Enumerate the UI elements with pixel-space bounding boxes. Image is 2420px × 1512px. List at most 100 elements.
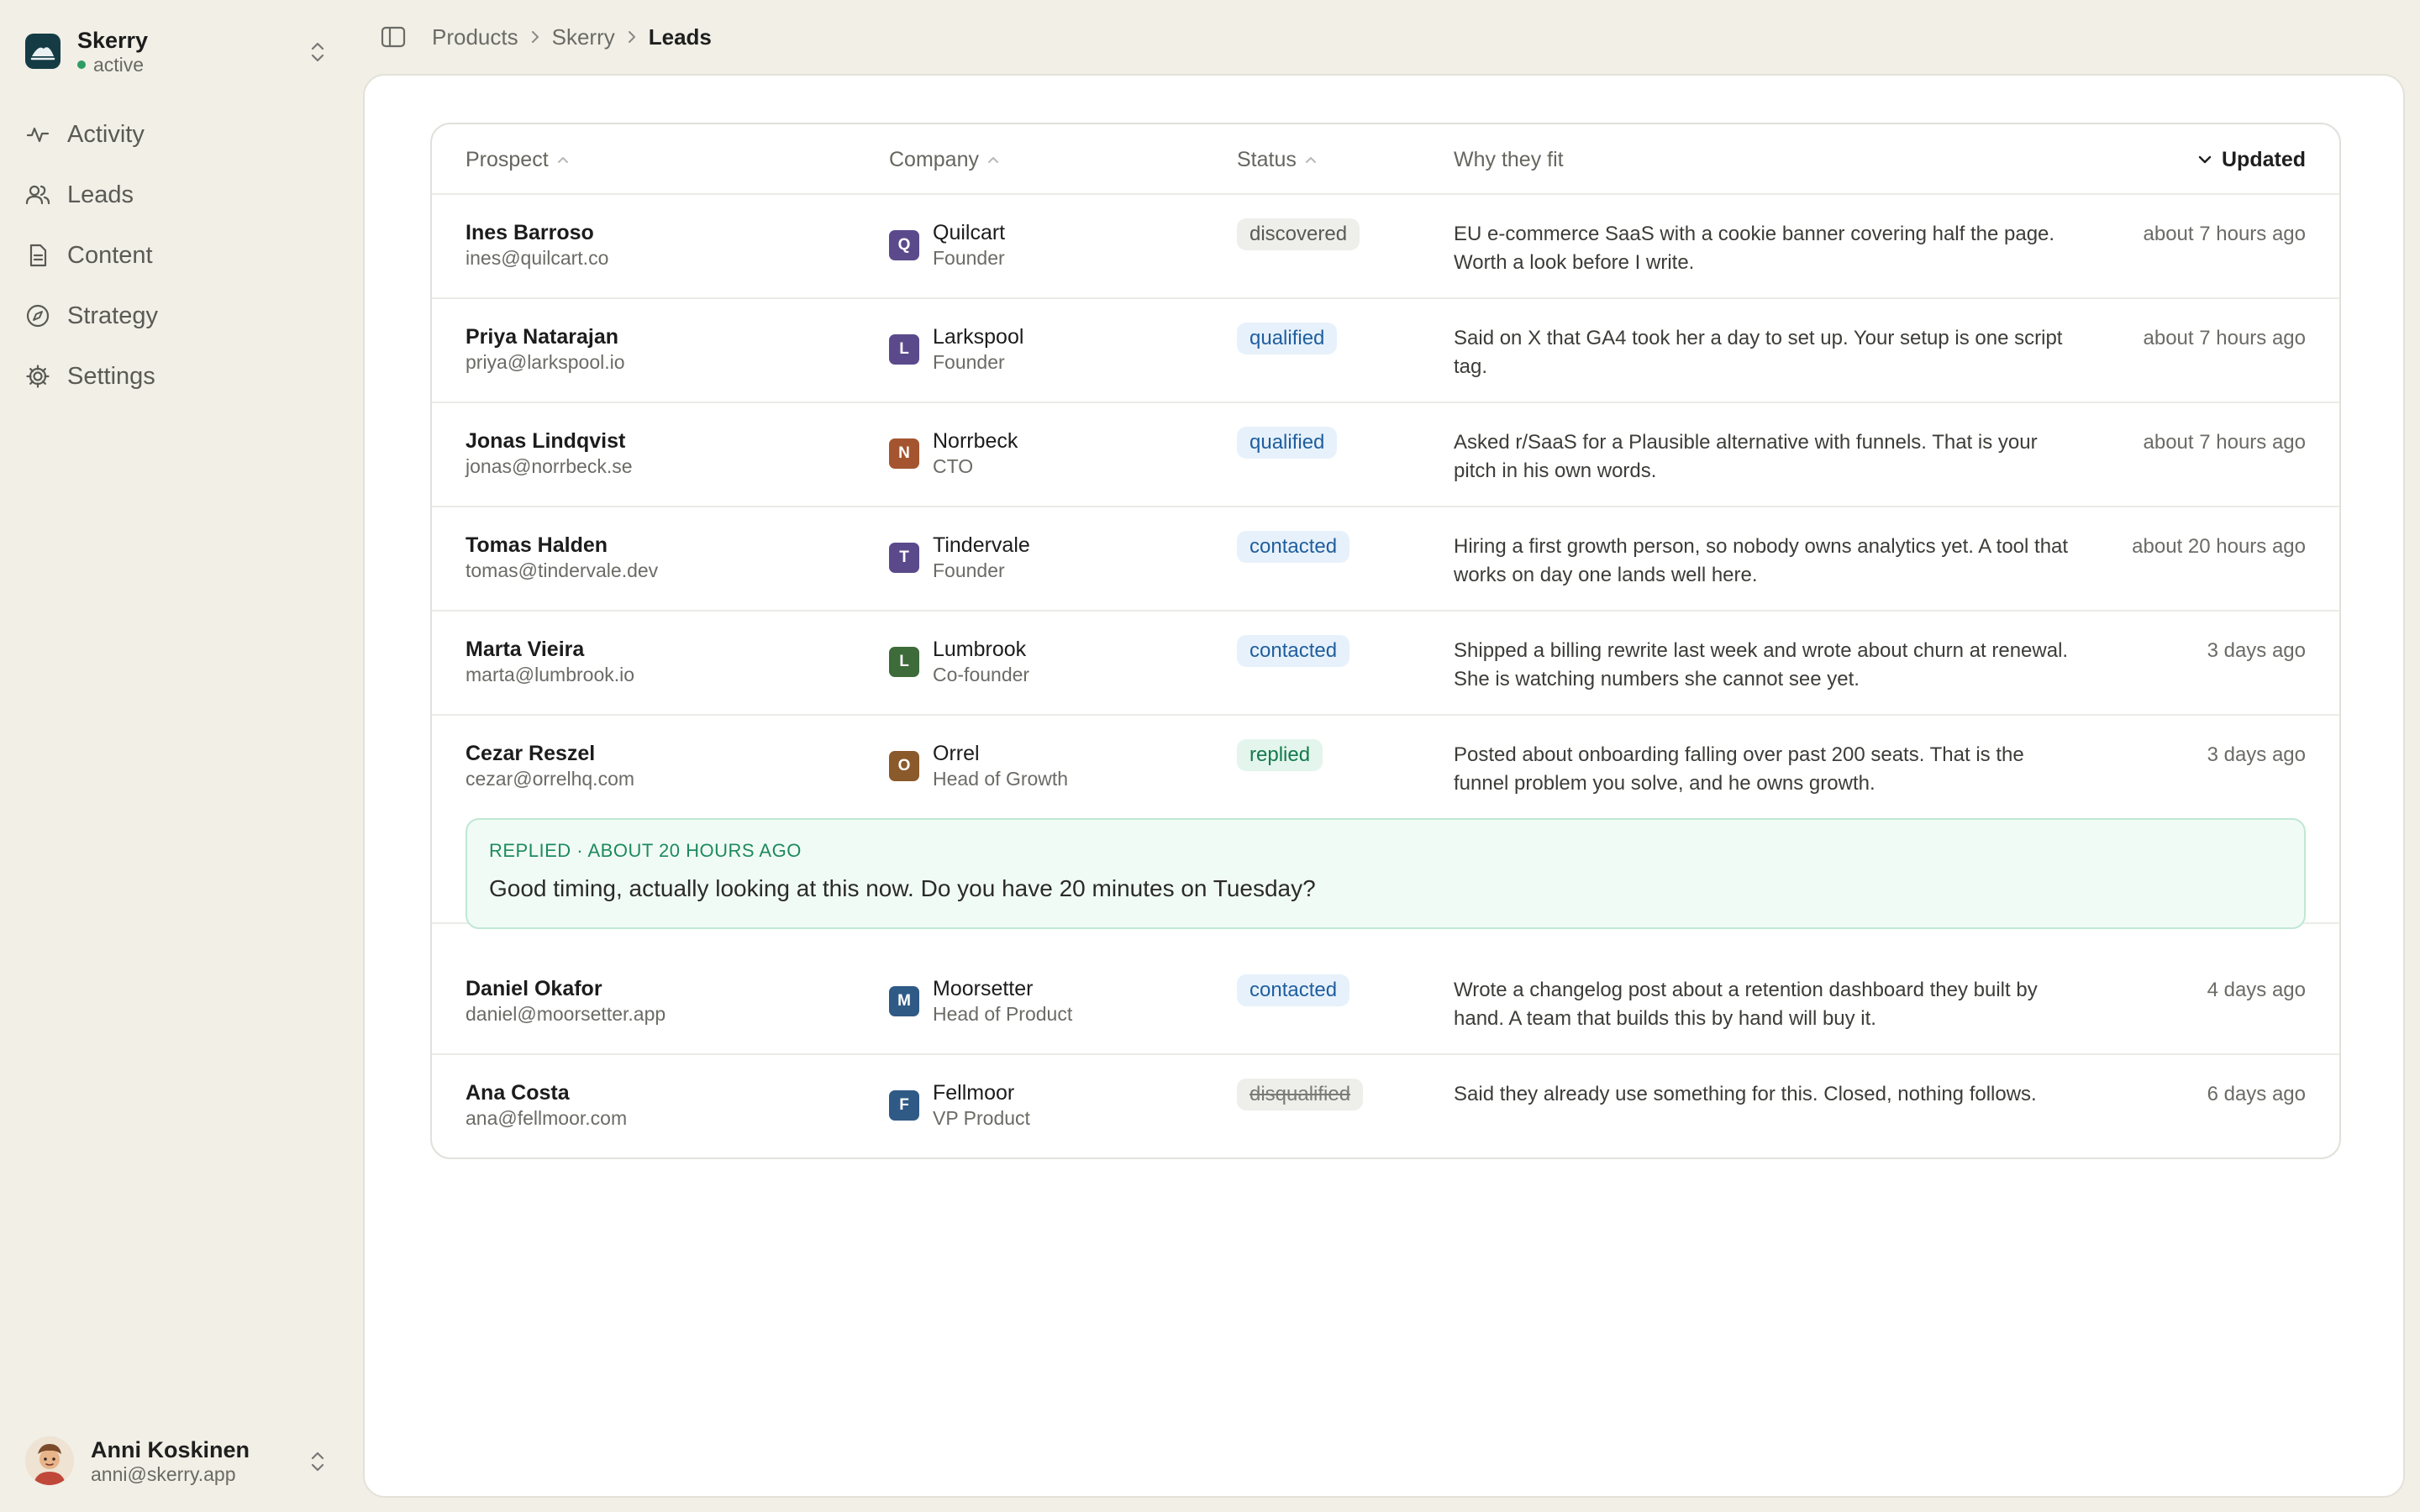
sidebar-item-strategy[interactable]: Strategy: [25, 292, 336, 339]
breadcrumb-leads: Leads: [648, 24, 712, 50]
prospect-email: ana@fellmoor.com: [466, 1107, 628, 1129]
prospect-email: marta@lumbrook.io: [466, 664, 635, 685]
updated-time: about 7 hours ago: [2143, 223, 2307, 245]
why-they-fit: Said on X that GA4 took her a day to set…: [1454, 327, 2063, 378]
breadcrumb-skerry[interactable]: Skerry: [552, 24, 615, 50]
table-row[interactable]: Daniel Okafor daniel@moorsetter.app M Moor…: [432, 951, 2339, 1055]
prospect-role: Head of Growth: [933, 768, 1069, 790]
why-they-fit: Shipped a billing rewrite last week and …: [1454, 639, 2069, 690]
workspace-name: Skerry: [77, 28, 149, 53]
company-name: Lumbrook: [933, 638, 1027, 661]
prospect-name: Ines Barroso: [466, 221, 594, 244]
why-they-fit: Posted about onboarding falling over pas…: [1454, 743, 2024, 795]
sidebar: Skerry active Activity Leads Content Str…: [0, 0, 363, 1512]
column-label: Company: [889, 147, 979, 171]
updated-time: about 7 hours ago: [2143, 327, 2307, 349]
breadcrumb-products[interactable]: Products: [432, 24, 518, 50]
prospect-email: priya@larkspool.io: [466, 351, 625, 373]
why-they-fit: Wrote a changelog post about a retention…: [1454, 979, 2038, 1030]
table-row[interactable]: Jonas Lindqvist jonas@norrbeck.se N Norrbe…: [432, 403, 2339, 507]
document-icon: [25, 243, 50, 268]
status-badge: contacted: [1237, 531, 1350, 563]
workspace-status: active: [77, 54, 148, 76]
chevron-up-icon: [555, 154, 571, 165]
column-header-status[interactable]: Status: [1237, 124, 1318, 195]
column-label: Status: [1237, 147, 1297, 171]
gear-icon: [25, 364, 50, 389]
company-logo: M: [889, 986, 919, 1016]
column-header-prospect[interactable]: Prospect: [466, 124, 571, 195]
prospect-name: Priya Natarajan: [466, 325, 619, 349]
sidebar-item-label: Activity: [67, 120, 145, 148]
table-row[interactable]: Priya Natarajan priya@larkspool.io L Larks…: [432, 299, 2339, 403]
updated-time: about 20 hours ago: [2132, 535, 2306, 558]
user-email: anni@skerry.app: [91, 1463, 236, 1485]
status-badge: contacted: [1237, 635, 1350, 667]
column-header-why: Why they fit: [1454, 124, 1564, 195]
company-logo: N: [889, 438, 919, 469]
status-badge: contacted: [1237, 974, 1350, 1006]
sidebar-toggle-icon[interactable]: [378, 22, 408, 52]
column-label: Why they fit: [1454, 147, 1564, 171]
company-logo: Q: [889, 230, 919, 260]
chevron-up-icon: [1303, 154, 1318, 165]
reply-text: Good timing, actually looking at this no…: [489, 875, 1316, 901]
updated-time: 6 days ago: [2207, 1083, 2306, 1105]
table-row[interactable]: Ana Costa ana@fellmoor.com F Fellmoor VP Pr…: [432, 1055, 2339, 1158]
why-they-fit: Asked r/SaaS for a Plausible alternative…: [1454, 431, 2038, 482]
prospect-name: Daniel Okafor: [466, 977, 602, 1000]
activity-icon: [25, 122, 50, 147]
compass-icon: [25, 303, 50, 328]
user-menu[interactable]: Anni Koskinen anni@skerry.app: [25, 1435, 329, 1487]
column-label: Updated: [2222, 147, 2306, 171]
chevron-down-icon: [2196, 153, 2213, 166]
sidebar-item-settings[interactable]: Settings: [25, 353, 336, 400]
user-name: Anni Koskinen: [91, 1437, 250, 1462]
why-they-fit: EU e-commerce SaaS with a cookie banner …: [1454, 223, 2055, 274]
prospect-role: VP Product: [933, 1107, 1030, 1129]
sidebar-nav: Activity Leads Content Strategy Settings: [25, 111, 336, 413]
table-row[interactable]: Ines Barroso ines@quilcart.co Q Quilcart Fo…: [432, 195, 2339, 299]
workspace-switcher[interactable]: Skerry active: [25, 25, 329, 77]
users-icon: [25, 182, 50, 207]
prospect-name: Jonas Lindqvist: [466, 429, 626, 453]
table-row[interactable]: Marta Vieira marta@lumbrook.io L Lumbrook C…: [432, 612, 2339, 716]
company-logo: F: [889, 1090, 919, 1121]
chevron-up-icon: [986, 154, 1001, 165]
chevrons-up-down-icon[interactable]: [306, 1446, 329, 1477]
sidebar-item-label: Settings: [67, 362, 155, 390]
prospect-role: Head of Product: [933, 1003, 1073, 1025]
updated-time: 3 days ago: [2207, 743, 2306, 766]
column-header-updated[interactable]: Updated: [2196, 124, 2306, 195]
status-badge: qualified: [1237, 323, 1338, 354]
company-name: Larkspool: [933, 325, 1024, 349]
prospect-name: Tomas Halden: [466, 533, 608, 557]
reply-callout: REPLIED · ABOUT 20 HOURS AGO Good timing…: [466, 818, 2306, 929]
breadcrumb: Products Skerry Leads: [378, 20, 712, 54]
company-name: Quilcart: [933, 221, 1006, 244]
column-header-company[interactable]: Company: [889, 124, 1001, 195]
company-name: Fellmoor: [933, 1081, 1015, 1105]
sidebar-item-activity[interactable]: Activity: [25, 111, 336, 158]
sidebar-item-leads[interactable]: Leads: [25, 171, 336, 218]
table-row[interactable]: Tomas Halden tomas@tindervale.dev T Tinder…: [432, 507, 2339, 612]
prospect-email: cezar@orrelhq.com: [466, 768, 635, 790]
prospect-role: Founder: [933, 559, 1005, 581]
company-logo: L: [889, 334, 919, 365]
prospect-email: tomas@tindervale.dev: [466, 559, 659, 581]
company-logo: T: [889, 543, 919, 573]
sidebar-item-content[interactable]: Content: [25, 232, 336, 279]
status-badge: discovered: [1237, 218, 1360, 250]
company-logo: L: [889, 647, 919, 677]
leads-table: Prospect Company Status Why they fit Upd…: [430, 123, 2341, 1159]
updated-time: 3 days ago: [2207, 639, 2306, 662]
status-dot: [77, 60, 86, 69]
avatar: [25, 1436, 74, 1485]
company-logo: O: [889, 751, 919, 781]
chevron-right-icon: [529, 29, 542, 45]
column-label: Prospect: [466, 147, 549, 171]
why-they-fit: Said they already use something for this…: [1454, 1083, 2037, 1105]
prospect-email: jonas@norrbeck.se: [466, 455, 633, 477]
chevrons-up-down-icon[interactable]: [306, 37, 329, 67]
prospect-email: ines@quilcart.co: [466, 247, 609, 269]
